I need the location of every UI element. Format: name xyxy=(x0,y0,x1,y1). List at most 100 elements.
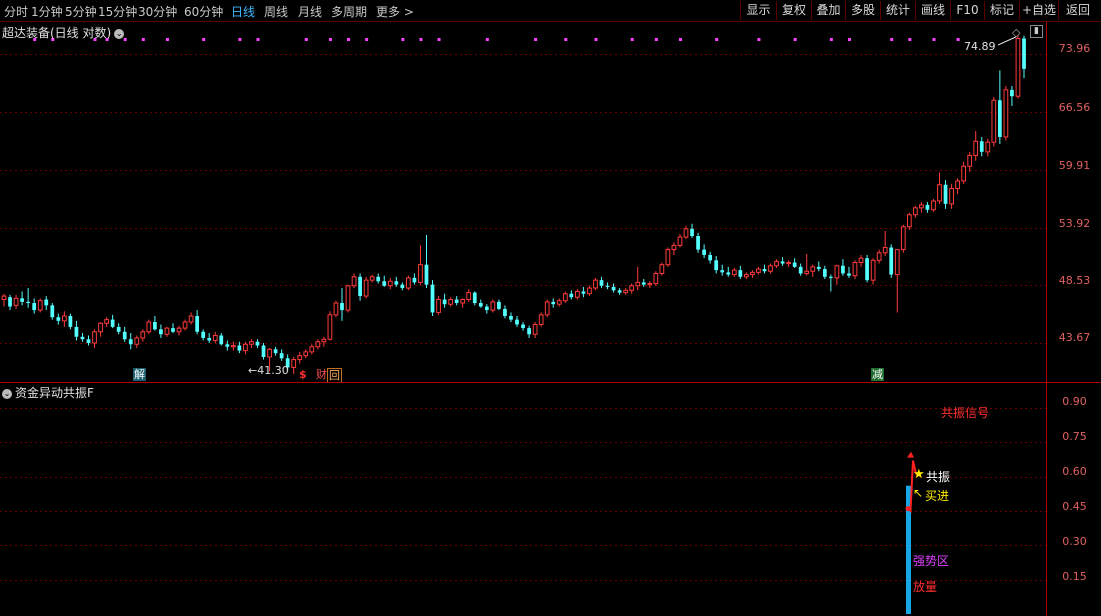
period-tab-weekly[interactable]: 周线 xyxy=(264,3,288,20)
candle-body xyxy=(358,276,362,297)
candle-body xyxy=(731,269,737,276)
star-icon: ★ xyxy=(913,467,925,482)
candle xyxy=(919,201,924,213)
signal-dot xyxy=(328,38,332,41)
candle xyxy=(315,339,321,350)
panel-toggle-icon[interactable]: ▮ xyxy=(1030,25,1043,38)
candle-body xyxy=(985,141,991,153)
period-tab-daily[interactable]: 日线 xyxy=(231,3,255,20)
candle xyxy=(575,289,580,300)
chevron-down-icon[interactable]: ⌄ xyxy=(114,28,125,39)
candle-body xyxy=(442,299,447,305)
indicator-panel-title[interactable]: ⌄ 资金异动共振F xyxy=(2,384,94,401)
signal-dot xyxy=(847,38,851,41)
candle-body xyxy=(955,180,960,190)
candle-body xyxy=(538,314,544,325)
candle-body xyxy=(562,293,568,302)
candle-body xyxy=(116,326,121,332)
candle-body xyxy=(931,200,936,211)
draw-line-button[interactable]: 画线 xyxy=(915,1,950,20)
adjust-button[interactable]: 复权 xyxy=(776,1,811,20)
period-tab-5min[interactable]: 5分钟 xyxy=(65,3,97,20)
candle-body xyxy=(382,281,387,286)
candle xyxy=(61,311,67,327)
period-tab-1min[interactable]: 1分钟 xyxy=(31,3,63,20)
period-tab-monthly[interactable]: 月线 xyxy=(298,3,322,20)
candle-body xyxy=(92,331,97,344)
candle-body xyxy=(532,323,538,335)
candle-body xyxy=(159,329,163,335)
candle-body xyxy=(61,315,67,322)
candle-body xyxy=(816,266,821,270)
candle-body xyxy=(110,319,115,327)
candle-body xyxy=(569,293,574,298)
main-panel-title[interactable]: 超达装备(日线 对数) ⌄ xyxy=(2,24,125,41)
candlestick-chart[interactable] xyxy=(0,22,1046,382)
chevron-down-icon[interactable]: ⌄ xyxy=(2,388,12,399)
period-tab-30min[interactable]: 30分钟 xyxy=(138,3,177,20)
candle xyxy=(743,272,749,280)
signal-dot xyxy=(793,38,797,41)
period-tab-60min[interactable]: 60分钟 xyxy=(184,3,223,20)
candle-body xyxy=(828,276,833,278)
candle-body xyxy=(551,301,556,305)
candle-body xyxy=(1022,38,1026,69)
add-watchlist-button[interactable]: +自选 xyxy=(1019,1,1058,20)
candle xyxy=(159,324,163,338)
candle-body xyxy=(315,341,321,348)
candle xyxy=(659,262,665,276)
candle-body xyxy=(86,339,91,343)
multi-stock-button[interactable]: 多股 xyxy=(845,1,880,20)
period-tab-fenshi[interactable]: 分时 xyxy=(4,3,28,20)
candle xyxy=(454,296,459,306)
candle-body xyxy=(490,301,496,311)
candle-body xyxy=(683,228,689,238)
signal-dot xyxy=(365,38,369,41)
unlock-marker[interactable]: 解 xyxy=(133,368,146,381)
candle xyxy=(973,130,979,161)
signal-dot xyxy=(715,38,719,41)
back-button[interactable]: 返回 xyxy=(1058,1,1097,20)
volume-label: 放量 xyxy=(913,580,938,594)
candle-body xyxy=(889,247,894,275)
strong-zone-label: 强势区 xyxy=(913,554,950,568)
candle xyxy=(50,303,55,320)
candle-body xyxy=(503,308,507,317)
candle-body xyxy=(225,344,230,347)
candle-body xyxy=(894,249,900,276)
overlay-button[interactable]: 叠加 xyxy=(811,1,845,20)
reduce-marker[interactable]: 减 xyxy=(871,368,884,381)
period-tab-15min[interactable]: 15分钟 xyxy=(98,3,137,20)
candle-body xyxy=(841,265,845,274)
dollar-marker[interactable]: $ xyxy=(298,368,308,381)
mark-button[interactable]: 标记 xyxy=(984,1,1019,20)
candle xyxy=(327,311,333,341)
candle-body xyxy=(997,100,1002,137)
candle xyxy=(442,293,447,308)
statistics-button[interactable]: 统计 xyxy=(880,1,915,20)
candle-body xyxy=(575,290,580,298)
period-tab-more[interactable]: 更多 > xyxy=(376,3,414,20)
candle-body xyxy=(696,236,700,250)
candle xyxy=(207,333,212,343)
period-toolbar: 分时 1分钟 5分钟 15分钟 30分钟 60分钟 日线 周线 月线 多周期 更… xyxy=(0,0,1101,22)
candle-body xyxy=(32,303,37,311)
display-button[interactable]: 显示 xyxy=(740,1,776,20)
candle-body xyxy=(544,301,550,316)
candle xyxy=(358,273,362,301)
candle xyxy=(503,305,507,319)
diamond-icon[interactable]: ◇ xyxy=(1012,26,1020,39)
indicator-chart[interactable] xyxy=(0,383,1046,616)
candle xyxy=(623,288,629,295)
candle-body xyxy=(810,266,816,272)
candle-body xyxy=(207,337,212,341)
period-tab-multi[interactable]: 多周期 xyxy=(331,3,367,20)
candle-body xyxy=(74,326,79,337)
candle-body xyxy=(297,355,303,361)
buyback-marker[interactable]: 回 xyxy=(327,368,342,383)
candle xyxy=(13,294,19,309)
candle-body xyxy=(230,345,236,348)
candle-body xyxy=(581,291,586,294)
candle-body xyxy=(243,343,248,352)
f10-button[interactable]: F10 xyxy=(950,1,984,20)
